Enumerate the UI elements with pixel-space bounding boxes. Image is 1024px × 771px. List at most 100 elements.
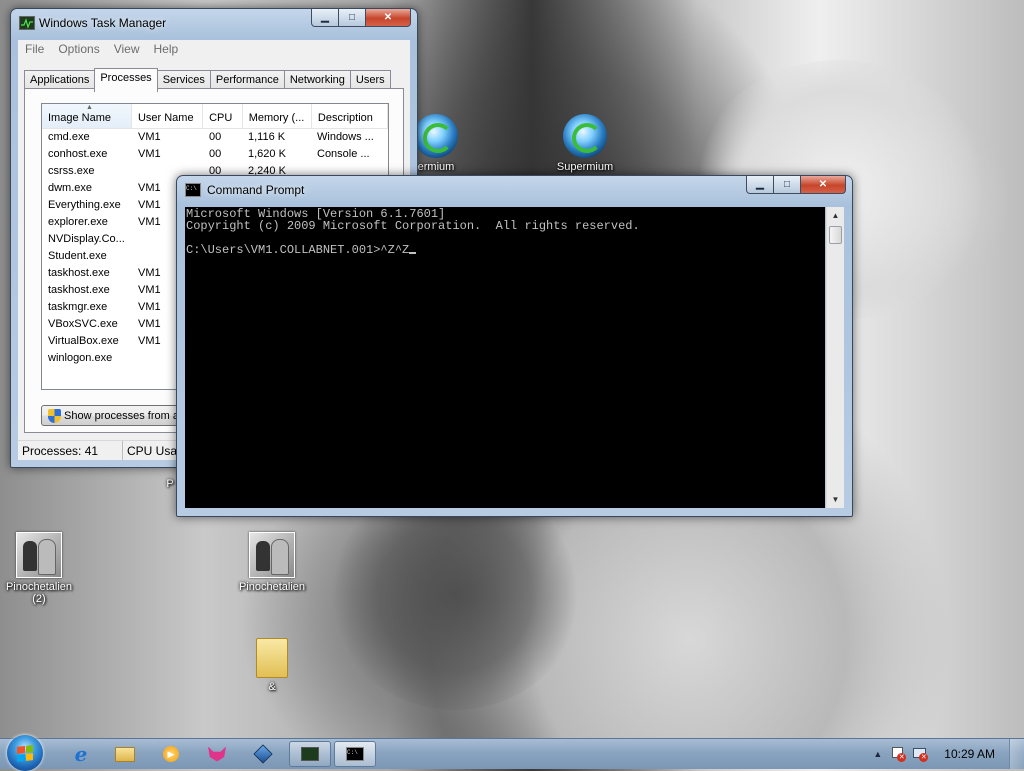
process-image-name: VirtualBox.exe (48, 335, 119, 347)
command-prompt-window[interactable]: C:\ Command Prompt ▁ □ ✕ Microsoft Windo… (176, 175, 853, 517)
process-image-name: dwm.exe (48, 182, 93, 194)
minimize-button[interactable]: ▁ (311, 9, 339, 27)
taskbar-windows-explorer[interactable] (104, 741, 146, 767)
column-header-memory[interactable]: Memory (... (243, 104, 312, 128)
process-image-name: winlogon.exe (48, 352, 113, 364)
maximize-icon: □ (348, 12, 356, 23)
process-memory: 1,620 K (248, 148, 286, 160)
process-list-header: ▲ Image Name User Name CPU Memory (... De… (42, 104, 388, 129)
process-image-name: explorer.exe (48, 216, 108, 228)
menu-view[interactable]: View (107, 40, 147, 59)
process-cpu: 00 (209, 148, 222, 160)
notification-area: ▲ ✕ ✕ 10:29 AM (865, 739, 1024, 769)
process-user-name: VM1 (138, 131, 161, 143)
process-image-name: Everything.exe (48, 199, 121, 211)
fox-icon (208, 746, 226, 762)
process-description: Console ... (317, 148, 370, 160)
command-prompt-app-icon: C:\ (185, 183, 201, 197)
minimize-icon: ▁ (756, 179, 764, 190)
taskbar-task-manager[interactable] (289, 741, 331, 767)
desktop-icon-pinochetalien-2[interactable]: Pinochetalien (2) (1, 532, 77, 605)
process-image-name: NVDisplay.Co... (48, 233, 125, 245)
maximize-icon: □ (783, 179, 791, 190)
virtualbox-icon (253, 744, 273, 764)
column-header-description[interactable]: Description (312, 104, 388, 128)
process-image-name: taskhost.exe (48, 284, 110, 296)
process-user-name: VM1 (138, 148, 161, 160)
show-desktop-button[interactable] (1009, 739, 1024, 769)
photo-icon (249, 532, 295, 578)
process-image-name: taskmgr.exe (48, 301, 108, 313)
task-manager-titlebar[interactable]: Windows Task Manager ▁ □ ✕ (11, 9, 417, 35)
window-title: Windows Task Manager (39, 16, 167, 30)
show-all-processes-button[interactable]: Show processes from a (41, 405, 181, 426)
internet-explorer-icon: e (74, 742, 88, 766)
console-output[interactable]: Microsoft Windows [Version 6.1.7601] Copy… (185, 207, 825, 508)
window-title: Command Prompt (207, 183, 305, 197)
supermium-browser-icon (414, 114, 458, 158)
taskbar-virtualbox[interactable] (242, 741, 284, 767)
folder-icon (256, 638, 288, 678)
command-prompt-titlebar[interactable]: C:\ Command Prompt ▁ □ ✕ (177, 176, 852, 202)
close-button[interactable]: ✕ (366, 9, 411, 27)
console-prompt-line: C:\Users\VM1.COLLABNET.001>^Z^Z (186, 244, 640, 256)
close-icon: ✕ (818, 179, 828, 190)
start-button[interactable] (7, 735, 43, 771)
process-description: Windows ... (317, 131, 374, 143)
console-text: Microsoft Windows [Version 6.1.7601] Copy… (186, 208, 640, 256)
sort-ascending-icon: ▲ (86, 104, 93, 111)
scrollbar-thumb[interactable] (829, 226, 842, 244)
tab-processes[interactable]: Processes (94, 68, 158, 92)
desktop-icon-label: Pinochetalien (238, 581, 306, 593)
desktop-icon-sublabel: (2) (32, 593, 46, 605)
column-header-user-name[interactable]: User Name (132, 104, 204, 128)
console-prompt: C:\Users\VM1.COLLABNET.001>^Z^Z (186, 243, 410, 257)
vertical-scrollbar[interactable]: ▲ ▼ (826, 207, 844, 508)
command-prompt-icon: C:\ (346, 747, 364, 761)
process-image-name: csrss.exe (48, 165, 95, 177)
column-header-cpu[interactable]: CPU (203, 104, 243, 128)
process-cpu: 00 (209, 131, 222, 143)
action-center-flag-icon[interactable]: ✕ (890, 746, 907, 762)
desktop-icon-label: Supermium (556, 161, 614, 173)
maximize-button[interactable]: □ (339, 9, 366, 27)
process-row[interactable]: cmd.exe VM1 00 1,116 K Windows ... (42, 129, 388, 146)
menu-options[interactable]: Options (51, 40, 106, 59)
network-icon[interactable]: ✕ (912, 746, 929, 762)
process-image-name: conhost.exe (48, 148, 108, 160)
taskbar-pinned-app[interactable] (196, 741, 238, 767)
taskbar-internet-explorer[interactable]: e (60, 741, 102, 767)
process-memory: 1,116 K (248, 131, 286, 143)
process-row[interactable]: conhost.exe VM1 00 1,620 K Console ... (42, 146, 388, 163)
minimize-icon: ▁ (321, 12, 329, 23)
uac-shield-icon (48, 408, 61, 423)
scroll-up-arrow-icon[interactable]: ▲ (827, 207, 844, 224)
desktop-icon-pinochetalien[interactable]: Pinochetalien (234, 532, 310, 593)
scroll-down-arrow-icon[interactable]: ▼ (827, 491, 844, 508)
menu-help[interactable]: Help (147, 40, 186, 59)
minimize-button[interactable]: ▁ (746, 176, 774, 194)
column-header-image-name[interactable]: ▲ Image Name (42, 104, 132, 128)
show-hidden-icons-icon[interactable]: ▲ (865, 749, 890, 759)
text-cursor (409, 252, 417, 254)
column-label: Image Name (48, 112, 111, 124)
folder-icon (115, 746, 135, 762)
taskbar-command-prompt[interactable]: C:\ (334, 741, 376, 767)
close-button[interactable]: ✕ (801, 176, 846, 194)
media-player-icon: ▶ (163, 746, 179, 762)
close-icon: ✕ (383, 12, 393, 23)
clock[interactable]: 10:29 AM (936, 747, 1009, 761)
process-count: Processes: 41 (18, 441, 123, 460)
desktop-icon-supermium-2[interactable]: Supermium (547, 114, 623, 173)
process-image-name: Student.exe (48, 250, 107, 262)
supermium-browser-icon (563, 114, 607, 158)
taskbar-media-player[interactable]: ▶ (150, 741, 192, 767)
windows-logo-icon (17, 744, 33, 762)
menu-bar: File Options View Help (18, 40, 410, 59)
menu-file[interactable]: File (18, 40, 51, 59)
task-manager-app-icon (19, 16, 35, 30)
taskbar: e ▶ C:\ ▲ ✕ ✕ 10:29 AM (0, 735, 1024, 771)
process-image-name: cmd.exe (48, 131, 90, 143)
maximize-button[interactable]: □ (774, 176, 801, 194)
desktop-icon-folder[interactable]: & (234, 638, 310, 693)
